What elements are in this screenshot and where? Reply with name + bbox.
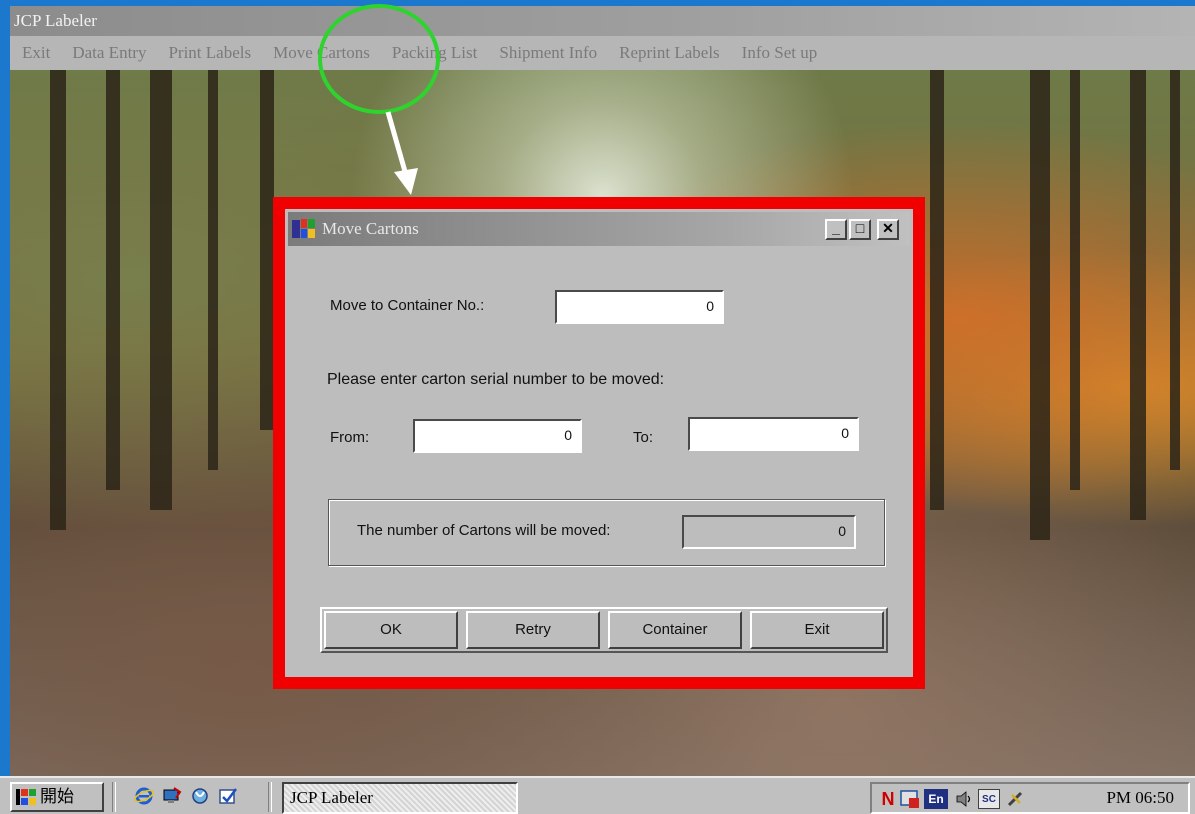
taskbar-item-jcp-labeler[interactable]: JCP Labeler [282, 782, 518, 814]
clock: PM 06:50 [1106, 788, 1174, 807]
retry-button[interactable]: Retry [466, 611, 600, 649]
move-cartons-dialog: Move Cartons _ □ ✕ Move to Container No.… [285, 209, 913, 677]
network-icon[interactable] [1006, 789, 1026, 809]
carton-count-label: The number of Cartons will be moved: [357, 522, 611, 539]
minimize-button[interactable]: _ [825, 219, 847, 240]
tree-trunk [150, 70, 172, 510]
language-indicator[interactable]: En [924, 789, 948, 809]
menu-exit[interactable]: Exit [22, 43, 50, 63]
exit-button[interactable]: Exit [750, 611, 884, 649]
taskbar-separator [268, 782, 272, 812]
app-titlebar: JCP Labeler [10, 6, 1195, 36]
tree-trunk [1130, 70, 1146, 520]
instruction-text: Please enter carton serial number to be … [327, 371, 665, 388]
taskbar: 開始 JCP Labeler N En SC PM 06:50 [0, 776, 1195, 814]
dialog-title: Move Cartons [322, 219, 419, 238]
tree-trunk [260, 70, 274, 430]
maximize-button[interactable]: □ [849, 219, 871, 240]
app-title: JCP Labeler [14, 11, 97, 30]
start-button[interactable]: 開始 [10, 782, 104, 812]
container-label: Move to Container No.: [330, 297, 485, 314]
app-menubar: Exit Data Entry Print Labels Move Carton… [10, 36, 1195, 70]
n-icon[interactable]: N [878, 789, 898, 809]
annotation-circle [318, 4, 440, 114]
menu-reprint-labels[interactable]: Reprint Labels [619, 43, 720, 63]
container-button[interactable]: Container [608, 611, 742, 649]
start-label: 開始 [40, 787, 74, 806]
dialog-titlebar[interactable]: Move Cartons _ □ ✕ [288, 212, 910, 246]
tree-trunk [1030, 70, 1050, 540]
windows-logo-icon [16, 789, 36, 805]
tree-trunk [106, 70, 120, 490]
tree-trunk [1070, 70, 1080, 490]
tree-trunk [930, 70, 944, 510]
ime-icon[interactable] [900, 789, 920, 809]
to-label: To: [633, 429, 654, 446]
speaker-icon[interactable] [954, 789, 974, 809]
container-number-field[interactable]: 0 [555, 290, 724, 324]
channel-icon[interactable] [190, 786, 210, 806]
outlook-icon[interactable] [218, 786, 238, 806]
windows-logo-icon [292, 219, 315, 238]
menu-shipment-info[interactable]: Shipment Info [499, 43, 597, 63]
close-button[interactable]: ✕ [877, 219, 899, 240]
tree-trunk [1170, 70, 1180, 470]
tree-trunk [50, 70, 66, 530]
tree-trunk [208, 70, 218, 470]
ie-icon[interactable] [134, 786, 154, 806]
system-tray: N En SC PM 06:50 [870, 782, 1190, 814]
menu-print-labels[interactable]: Print Labels [168, 43, 251, 63]
carton-count-field: 0 [682, 515, 856, 549]
to-serial-field[interactable]: 0 [688, 417, 859, 451]
from-label: From: [330, 429, 370, 446]
menu-info-setup[interactable]: Info Set up [742, 43, 818, 63]
taskbar-separator [112, 782, 116, 812]
sc-indicator[interactable]: SC [978, 789, 1000, 809]
from-serial-field[interactable]: 0 [413, 419, 582, 453]
menu-data-entry[interactable]: Data Entry [72, 43, 146, 63]
screen: JCP Labeler Exit Data Entry Print Labels… [0, 0, 1195, 814]
ok-button[interactable]: OK [324, 611, 458, 649]
dialog-button-bar: OK Retry Container Exit [320, 607, 888, 653]
desktop-icon[interactable] [162, 786, 182, 806]
task-item-label: JCP Labeler [290, 788, 373, 807]
